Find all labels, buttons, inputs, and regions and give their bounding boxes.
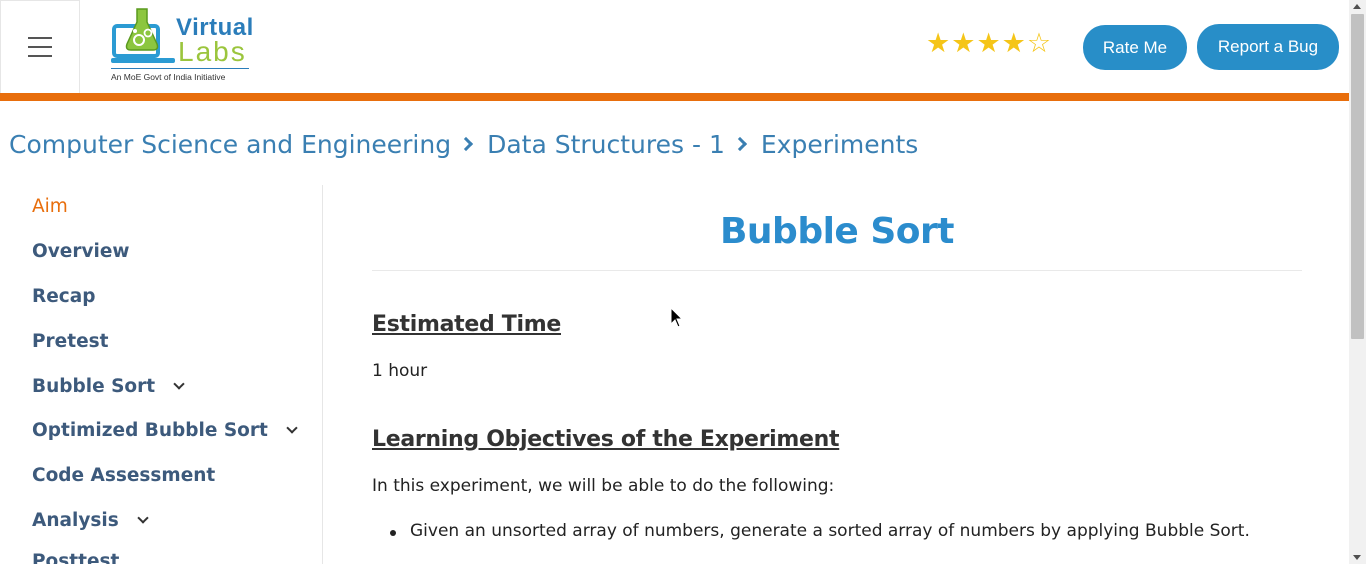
sidebar-item-label: Optimized Bubble Sort	[32, 420, 268, 441]
sidebar-item-label: Pretest	[32, 331, 109, 352]
scroll-down-arrow-icon[interactable]	[1353, 555, 1361, 560]
breadcrumb: Computer Science and Engineering Data St…	[9, 126, 918, 162]
sidebar-item-label: Code Assessment	[32, 465, 216, 486]
star-empty-icon[interactable]: ☆	[1027, 30, 1051, 57]
star-filled-icon[interactable]: ★	[926, 30, 950, 57]
breadcrumb-item-lab[interactable]: Data Structures - 1	[487, 130, 725, 159]
sidebar-item-aim[interactable]: Aim	[32, 196, 68, 217]
header-accent-bar	[0, 93, 1349, 101]
sidebar-item-label: Bubble Sort	[32, 376, 156, 397]
chevron-down-icon[interactable]	[173, 378, 185, 390]
report-bug-button[interactable]: Report a Bug	[1197, 24, 1339, 70]
logo-word-labs: Labs	[178, 36, 247, 67]
estimated-time-heading: Estimated Time	[372, 312, 561, 337]
scrollbar-thumb[interactable]	[1351, 14, 1364, 339]
star-filled-icon[interactable]: ★	[976, 30, 1000, 57]
list-item: Given an unsorted array of numbers, gene…	[390, 521, 1250, 541]
sidebar-item-optimized-bubble-sort[interactable]: Optimized Bubble Sort	[32, 420, 298, 441]
sidebar-item-recap[interactable]: Recap	[32, 286, 96, 307]
estimated-time-value: 1 hour	[372, 361, 428, 381]
sidebar-item-posttest[interactable]: Posttest	[32, 551, 119, 564]
top-navbar: Virtual Labs An MoE Govt of India Initia…	[0, 0, 1349, 93]
chevron-right-icon	[732, 136, 747, 152]
page-title: Bubble Sort	[719, 211, 955, 252]
menu-line	[28, 37, 52, 39]
breadcrumb-item-experiments[interactable]: Experiments	[761, 130, 918, 159]
rate-me-button[interactable]: Rate Me	[1083, 25, 1187, 70]
sidebar-item-label: Analysis	[32, 510, 119, 531]
breadcrumb-item-discipline[interactable]: Computer Science and Engineering	[9, 130, 451, 159]
sidebar-item-label: Posttest	[32, 551, 120, 564]
logo-tagline: An MoE Govt of India Initiative	[111, 72, 226, 82]
star-rating[interactable]: ★ ★ ★ ★ ☆	[926, 30, 1051, 57]
sidebar-item-label: Overview	[32, 241, 130, 262]
sidebar-item-pretest[interactable]: Pretest	[32, 331, 108, 352]
scroll-up-arrow-icon[interactable]	[1353, 4, 1361, 9]
sidebar-item-code-assessment[interactable]: Code Assessment	[32, 465, 215, 486]
title-divider	[372, 270, 1302, 271]
chevron-down-icon[interactable]	[137, 512, 149, 524]
sidebar-item-overview[interactable]: Overview	[32, 241, 130, 262]
experiment-sidebar: Aim Overview Recap Pretest Bubble Sort O…	[0, 185, 323, 564]
virtual-labs-logo[interactable]: Virtual Labs An MoE Govt of India Initia…	[81, 0, 281, 93]
chevron-down-icon[interactable]	[286, 422, 298, 434]
star-filled-icon[interactable]: ★	[951, 30, 975, 57]
sidebar-item-bubble-sort[interactable]: Bubble Sort	[32, 376, 185, 397]
sidebar-item-label: Aim	[32, 196, 68, 217]
mouse-pointer-icon	[670, 307, 684, 328]
objective-text: Given an unsorted array of numbers, gene…	[410, 521, 1250, 541]
flask-laptop-logo-icon	[111, 8, 175, 63]
learning-objectives-heading: Learning Objectives of the Experiment	[372, 427, 840, 452]
logo-divider	[111, 68, 249, 69]
menu-line	[28, 46, 52, 48]
sidebar-item-label: Recap	[32, 286, 96, 307]
menu-line	[28, 55, 52, 57]
sidebar-item-analysis[interactable]: Analysis	[32, 510, 149, 531]
hamburger-menu-icon[interactable]	[0, 0, 80, 93]
vertical-scrollbar[interactable]	[1349, 0, 1366, 564]
objectives-intro: In this experiment, we will be able to d…	[372, 476, 835, 496]
chevron-right-icon	[459, 136, 474, 152]
star-filled-icon[interactable]: ★	[1002, 30, 1026, 57]
